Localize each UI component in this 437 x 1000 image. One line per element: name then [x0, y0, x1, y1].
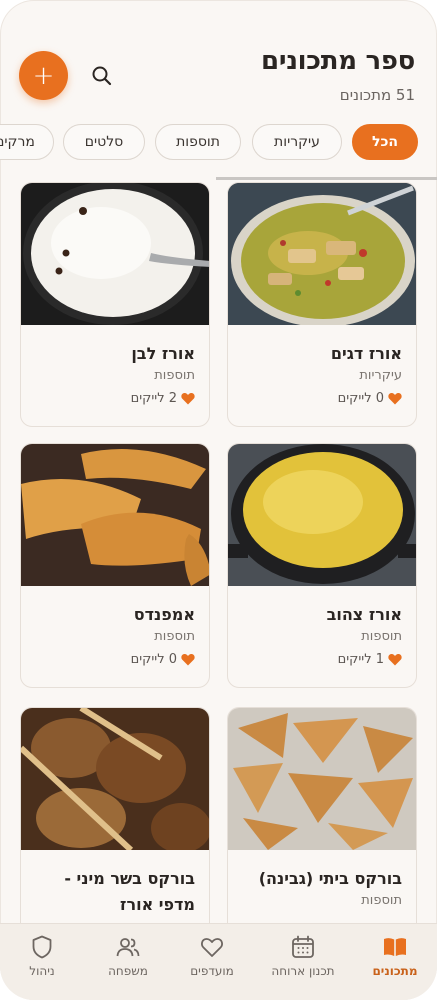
recipe-card[interactable]: אורז צהוב תוספות 1 לייקים — [227, 443, 417, 688]
recipe-card[interactable]: בורקס בשר מיני - מדפי אורז — [20, 707, 210, 952]
likes-count: 2 לייקים — [130, 391, 177, 406]
recipe-title: אמפנדס — [133, 605, 195, 624]
heart-icon — [201, 938, 223, 957]
likes-count: 1 לייקים — [337, 652, 384, 667]
filter-chip-sides[interactable]: תוספות — [155, 124, 241, 160]
heart-icon — [388, 653, 402, 666]
filter-chip-mains[interactable]: עיקריות — [252, 124, 342, 160]
category-filter-bar: הכל עיקריות תוספות סלטים מרקים — [0, 124, 437, 164]
nav-label: משפחה — [108, 964, 148, 978]
book-icon — [384, 938, 406, 956]
recipe-category: עיקריות — [359, 368, 402, 383]
plus-icon: + — [32, 60, 55, 91]
heart-icon — [181, 392, 195, 405]
header: + ספר מתכונים 51 מתכונים — [0, 0, 437, 120]
filter-chip-all[interactable]: הכל — [352, 124, 418, 160]
nav-label: ניהול — [29, 964, 55, 978]
recipe-count: 51 מתכונים — [339, 86, 415, 104]
scroll-indicator — [216, 177, 437, 180]
bottom-navigation: מתכונים תכנון ארוחה מועדפים משפחה ניהול — [0, 923, 437, 1000]
nav-favorites[interactable]: מועדפים — [172, 934, 252, 978]
likes-count: 0 לייקים — [337, 391, 384, 406]
recipe-title: אורז דגים — [330, 344, 402, 363]
heart-icon — [388, 392, 402, 405]
recipe-card[interactable]: אורז דגים עיקריות 0 לייקים — [227, 182, 417, 427]
recipe-likes[interactable]: 0 לייקים — [338, 391, 402, 406]
recipe-category: תוספות — [361, 893, 402, 908]
nav-label: מתכונים — [372, 964, 418, 978]
recipe-image-empanadas — [21, 444, 209, 586]
recipe-title: בורקס ביתי (גבינה) — [258, 869, 402, 888]
recipe-image-yellow-rice — [228, 444, 416, 586]
recipe-card[interactable]: בורקס ביתי (גבינה) תוספות — [227, 707, 417, 952]
nav-label: מועדפים — [190, 964, 234, 978]
recipe-title: בורקס בשר מיני - מדפי אורז — [64, 869, 195, 914]
recipe-category: תוספות — [361, 629, 402, 644]
recipe-likes[interactable]: 0 לייקים — [131, 652, 195, 667]
recipe-image-meat-burekas — [21, 708, 209, 850]
app-screen: + ספר מתכונים 51 מתכונים הכל עיקריות תוס… — [0, 0, 437, 1000]
recipe-image-white-rice — [21, 183, 209, 325]
page-title: ספר מתכונים — [261, 46, 415, 76]
recipe-likes[interactable]: 2 לייקים — [131, 391, 195, 406]
recipe-category: תוספות — [154, 368, 195, 383]
filter-chip-soups[interactable]: מרקים — [0, 124, 54, 160]
recipe-card[interactable]: אורז לבן תוספות 2 לייקים — [20, 182, 210, 427]
recipe-title: אורז לבן — [131, 344, 195, 363]
recipe-image-fish-rice — [228, 183, 416, 325]
calendar-icon — [292, 935, 314, 958]
nav-admin[interactable]: ניהול — [2, 934, 82, 978]
filter-chip-salads[interactable]: סלטים — [63, 124, 145, 160]
people-icon — [116, 938, 140, 957]
recipe-likes[interactable]: 1 לייקים — [338, 652, 402, 667]
likes-count: 0 לייקים — [130, 652, 177, 667]
nav-meal-planning[interactable]: תכנון ארוחה — [263, 934, 343, 978]
nav-family[interactable]: משפחה — [88, 934, 168, 978]
recipe-card[interactable]: אמפנדס תוספות 0 לייקים — [20, 443, 210, 688]
heart-icon — [181, 653, 195, 666]
recipe-image-cheese-burekas — [228, 708, 416, 850]
search-icon[interactable] — [89, 63, 115, 89]
add-recipe-button[interactable]: + — [19, 51, 68, 100]
nav-recipes[interactable]: מתכונים — [355, 934, 435, 978]
nav-label: תכנון ארוחה — [271, 964, 335, 978]
recipe-title: אורז צהוב — [326, 605, 402, 624]
shield-icon — [32, 935, 52, 959]
recipe-category: תוספות — [154, 629, 195, 644]
